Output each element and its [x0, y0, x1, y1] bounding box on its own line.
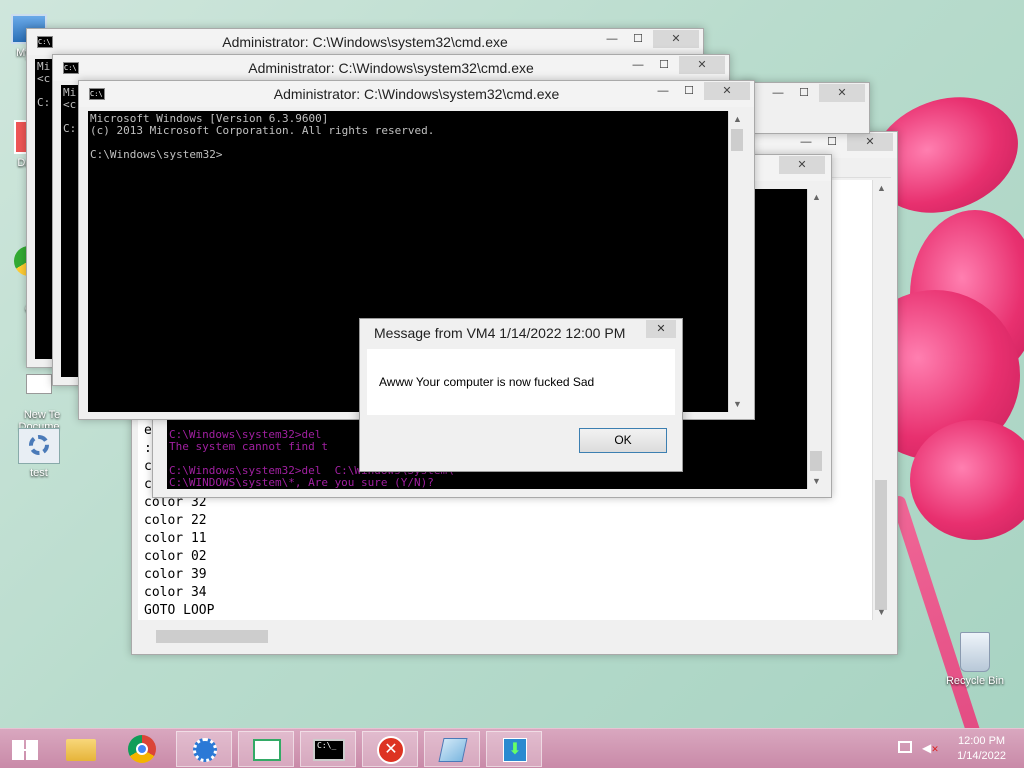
close-button[interactable]: ✕	[679, 56, 725, 74]
close-button[interactable]: ✕	[653, 30, 699, 48]
clock[interactable]: 12:00 PM 1/14/2022	[957, 734, 1006, 764]
maximize-button[interactable]: ☐	[676, 82, 702, 100]
scroll-down-arrow-icon[interactable]: ▼	[808, 473, 825, 489]
installer-icon: ⬇	[503, 738, 527, 762]
message-dialog[interactable]: Message from VM4 1/14/2022 12:00 PM ✕ Aw…	[359, 318, 683, 472]
taskbar-chrome[interactable]	[114, 731, 170, 767]
dialog-message: Awww Your computer is now fucked Sad	[379, 375, 595, 389]
scrollbar-thumb[interactable]	[810, 451, 822, 471]
minimize-button[interactable]: —	[650, 82, 676, 100]
cmd-titlebar[interactable]: C:\ Administrator: C:\Windows\system32\c…	[79, 81, 754, 107]
start-button[interactable]	[0, 731, 50, 767]
notepad-icon	[438, 738, 468, 762]
desktop-icon-test[interactable]: test	[4, 428, 74, 479]
batch-file-gear-icon	[18, 428, 60, 464]
notepad-line: color 11	[144, 531, 207, 546]
console-scrollbar[interactable]: ▲ ▼	[807, 189, 824, 489]
notepad-line: GOTO LOOP	[144, 603, 215, 618]
console-scrollbar[interactable]: ▲ ▼	[728, 111, 745, 412]
taskbar-cmd[interactable]: C:\_	[300, 731, 356, 767]
scroll-up-arrow-icon[interactable]: ▲	[729, 111, 746, 127]
dialog-title: Message from VM4 1/14/2022 12:00 PM	[374, 325, 626, 341]
recycle-bin-icon	[960, 632, 990, 672]
cmd-icon: C:\_	[313, 739, 345, 761]
notepad-line: color 39	[144, 567, 207, 582]
error-icon: ✕	[377, 736, 405, 764]
clock-time: 12:00 PM	[957, 735, 1006, 747]
notepad-horizontal-scrollbar[interactable]	[138, 628, 872, 645]
minimize-button[interactable]: —	[793, 133, 819, 151]
scroll-down-arrow-icon[interactable]: ▼	[729, 396, 746, 412]
taskbar-error[interactable]: ✕	[362, 731, 418, 767]
minimize-button[interactable]: —	[599, 30, 625, 48]
taskbar-file-explorer[interactable]	[52, 731, 108, 767]
notepad-vertical-scrollbar[interactable]: ▲ ▼	[872, 180, 889, 620]
cmd-titlebar[interactable]: C:\ Administrator: C:\Windows\system32\c…	[27, 29, 703, 55]
close-button[interactable]: ✕	[847, 133, 893, 151]
maximize-button[interactable]: ☐	[651, 56, 677, 74]
scroll-down-arrow-icon[interactable]: ▼	[873, 604, 890, 620]
minimize-button[interactable]: —	[765, 84, 791, 102]
scroll-up-arrow-icon[interactable]: ▲	[873, 180, 890, 196]
taskbar-notepad[interactable]	[424, 731, 480, 767]
minimize-button[interactable]: —	[625, 56, 651, 74]
task-manager-icon	[253, 739, 281, 761]
clock-date: 1/14/2022	[957, 750, 1006, 762]
control-panel-icon	[193, 738, 217, 762]
folder-icon	[66, 739, 96, 761]
cmd-titlebar[interactable]: C:\ Administrator: C:\Windows\system32\c…	[53, 55, 729, 81]
network-icon[interactable]	[898, 741, 912, 753]
volume-muted-icon[interactable]: ◀✕	[922, 740, 939, 756]
scrollbar-thumb[interactable]	[731, 129, 743, 151]
dialog-close-button[interactable]: ✕	[646, 320, 676, 338]
notepad-line: color 02	[144, 549, 207, 564]
maximize-button[interactable]: ☐	[819, 133, 845, 151]
notepad-line: color 22	[144, 513, 207, 528]
close-button[interactable]: ✕	[779, 156, 825, 174]
notepad-line: color 34	[144, 585, 207, 600]
text-document-icon	[26, 374, 52, 394]
hscrollbar-thumb[interactable]	[156, 630, 268, 643]
dialog-body: Awww Your computer is now fucked Sad	[367, 349, 675, 415]
scrollbar-thumb[interactable]	[875, 480, 887, 610]
desktop-icon-recycle-bin[interactable]: Recycle Bin	[938, 632, 1012, 687]
ok-button[interactable]: OK	[579, 428, 667, 453]
maximize-button[interactable]: ☐	[625, 30, 651, 48]
cmd-window-back-right[interactable]: — ☐ ✕	[740, 82, 870, 134]
maximize-button[interactable]: ☐	[791, 84, 817, 102]
close-button[interactable]: ✕	[819, 84, 865, 102]
taskbar-app-sun[interactable]	[176, 731, 232, 767]
taskbar: C:\_ ✕ ⬇ ◀✕ 12:00 PM 1/14/2022	[0, 728, 1024, 768]
taskbar-app-window[interactable]	[238, 731, 294, 767]
close-button[interactable]: ✕	[704, 82, 750, 100]
scroll-up-arrow-icon[interactable]: ▲	[808, 189, 825, 205]
taskbar-installer[interactable]: ⬇	[486, 731, 542, 767]
